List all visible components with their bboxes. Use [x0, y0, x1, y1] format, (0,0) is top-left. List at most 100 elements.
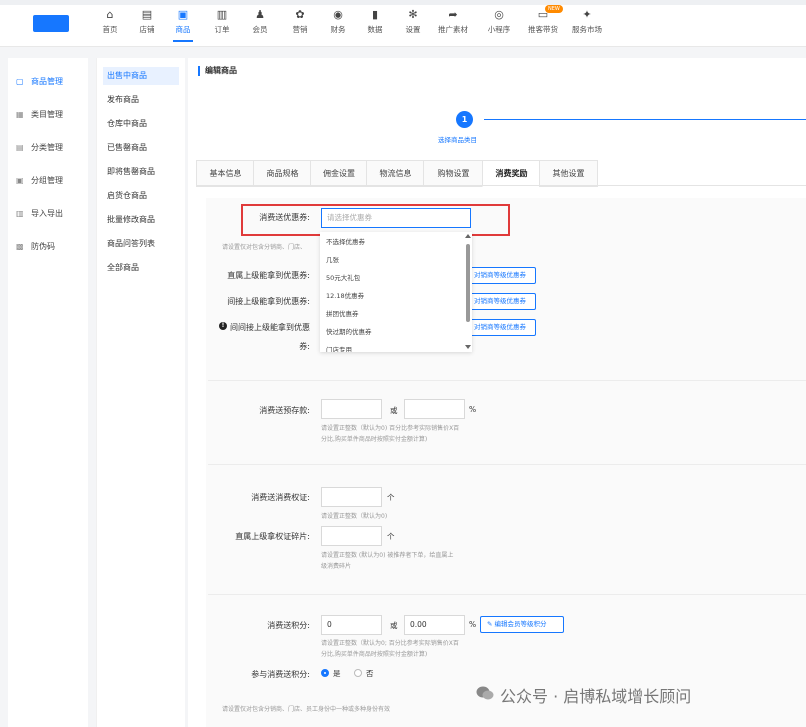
nav-item-label: 推广素材	[438, 25, 468, 34]
qrcode-icon: ▩	[16, 242, 24, 251]
nav-item-label: 小程序	[487, 25, 511, 34]
deposit-percent-unit: %	[469, 405, 477, 414]
fragment-input[interactable]	[321, 526, 382, 546]
indirect-coupon-button[interactable]: 对销商等级优惠券	[467, 293, 536, 310]
marketing-icon: ✿	[295, 8, 305, 21]
voucher-input[interactable]	[321, 487, 382, 507]
nav-item-3[interactable]: ▥ 订单	[202, 8, 242, 35]
fragment-hint-2: 级消费碎片	[321, 563, 352, 570]
nav-item-12[interactable]: ✦ 服务市场	[567, 8, 607, 35]
sidebar-item-3[interactable]: ▣ 分组管理	[16, 173, 88, 189]
nav-item-6[interactable]: ◉ 财务	[318, 8, 358, 35]
points-amount-input[interactable]: 0	[321, 615, 382, 635]
fragment-label: 直属上级拿权证碎片:	[235, 532, 310, 541]
info-icon: !	[219, 322, 227, 330]
order-icon: ▥	[216, 8, 228, 21]
fragment-unit: 个	[387, 532, 395, 541]
subnav-item-1[interactable]: 发布商品	[103, 91, 179, 109]
nav-item-2[interactable]: ▣ 商品	[163, 8, 203, 42]
nav-item-8[interactable]: ✻ 设置	[393, 8, 433, 35]
market-icon: ✦	[582, 8, 592, 21]
scroll-down-icon[interactable]	[465, 345, 471, 349]
dropdown-option[interactable]: 不选择优惠券	[326, 236, 365, 246]
scroll-thumb[interactable]	[466, 244, 470, 322]
join-no-radio[interactable]	[354, 669, 362, 677]
subnav-item-3[interactable]: 已售罄商品	[103, 139, 179, 157]
voucher-hint: 请设置正整数（默认为0)	[321, 513, 388, 520]
deposit-amount-input[interactable]	[321, 399, 382, 419]
deposit-hint-2: 分比,购买单件商品时按照实付金额计算)	[321, 436, 428, 443]
dropdown-option[interactable]: 几张	[326, 254, 339, 264]
watermark-text: 公众号 · 启博私域增长顾问	[500, 687, 692, 706]
voucher-unit: 个	[387, 493, 395, 502]
nav-item-label: 推客带货	[528, 25, 558, 34]
points-percent-input[interactable]: 0.00	[404, 615, 465, 635]
indirect2-coupon-label-tail: 券:	[299, 342, 310, 351]
deposit-hint-1: 请设置正整数（默认为0) 百分比参考实际销售价X百	[321, 425, 460, 432]
indirect-coupon-label: 间接上级能拿到优惠券:	[227, 297, 310, 306]
subnav-item-2[interactable]: 仓库中商品	[103, 115, 179, 133]
dropdown-option[interactable]: 12.18优惠券	[326, 290, 364, 300]
tab-0[interactable]: 基本信息	[196, 160, 255, 187]
goods-icon: ▣	[177, 8, 189, 21]
category-icon: ▦	[16, 110, 24, 119]
nav-item-10[interactable]: ◎ 小程序	[479, 8, 519, 35]
tab-4[interactable]: 购物设置	[423, 160, 484, 187]
sidebar-item-4[interactable]: ▥ 导入导出	[16, 206, 88, 222]
subnav-item-6[interactable]: 批量修改商品	[103, 211, 179, 229]
step-label: 选择商品类目	[438, 136, 477, 144]
data-icon: ▮	[371, 8, 379, 21]
nav-item-7[interactable]: ▮ 数据	[355, 8, 395, 35]
sidebar-item-label: 分组管理	[31, 176, 63, 185]
subnav-item-8[interactable]: 全部商品	[103, 259, 179, 277]
dropdown-option[interactable]: 快过期的优惠券	[326, 326, 372, 336]
deposit-or: 或	[390, 406, 398, 415]
subnav-item-7[interactable]: 商品问答列表	[103, 235, 179, 253]
nav-item-label: 订单	[214, 25, 230, 34]
join-yes-radio[interactable]	[321, 669, 329, 677]
sidebar-item-label: 防伪码	[31, 242, 55, 251]
nav-item-label: 店铺	[139, 25, 155, 34]
footer-hint: 请设置仅对包含分销商、门店、员工身份中一种或多种身份有效	[222, 706, 391, 713]
list-icon: ▤	[16, 143, 24, 152]
nav-item-9[interactable]: ➦ 推广素材	[433, 8, 473, 35]
nav-item-label: 数据	[367, 25, 383, 34]
sidebar-item-label: 类目管理	[31, 110, 63, 119]
tab-2[interactable]: 佣金设置	[310, 160, 368, 187]
scroll-up-icon[interactable]	[465, 234, 471, 238]
member-icon: ♟	[255, 8, 265, 21]
tab-1[interactable]: 商品规格	[253, 160, 312, 187]
miniprogram-icon: ◎	[494, 8, 504, 21]
dropdown-option[interactable]: 拼团优惠券	[326, 308, 359, 318]
dropdown-option[interactable]: 门店专用	[326, 344, 352, 352]
tab-3[interactable]: 物流信息	[366, 160, 425, 187]
indirect2-coupon-label: 间间接上级能拿到优惠	[230, 323, 310, 332]
coupon-hint: 请设置仅对包含分销商、门店、	[222, 244, 307, 251]
fragment-hint-1: 请设置正整数 (默认为0) 被推荐者下单，给直属上	[321, 552, 454, 559]
dropdown-option[interactable]: 50元大礼包	[326, 272, 360, 282]
subnav-item-4[interactable]: 即将售罄商品	[103, 163, 179, 181]
nav-item-11[interactable]: ▭ 推客带货 NEW	[523, 5, 563, 35]
group-icon: ▣	[16, 176, 24, 185]
deposit-percent-input[interactable]	[404, 399, 465, 419]
step-line	[484, 119, 806, 120]
join-no-label: 否	[366, 669, 374, 678]
sidebar-item-5[interactable]: ▩ 防伪码	[16, 239, 88, 255]
section-divider	[208, 464, 806, 465]
tab-5[interactable]: 消费奖励	[482, 160, 541, 187]
sidebar-item-1[interactable]: ▦ 类目管理	[16, 107, 88, 123]
subnav-item-5[interactable]: 启货仓商品	[103, 187, 179, 205]
nav-item-label: 会员	[252, 25, 268, 34]
nav-item-1[interactable]: ▤ 店铺	[127, 8, 167, 35]
indirect2-coupon-button[interactable]: 对销商等级优惠券	[467, 319, 536, 336]
sidebar-item-2[interactable]: ▤ 分类管理	[16, 140, 88, 156]
tab-6[interactable]: 其他设置	[539, 160, 598, 187]
subnav-item-0[interactable]: 出售中商品	[103, 67, 179, 85]
sidebar-item-0[interactable]: ▢ 商品管理	[16, 74, 88, 90]
edit-member-points-button[interactable]: ✎ 编辑会员等级积分	[480, 616, 564, 633]
nav-item-5[interactable]: ✿ 营销	[280, 8, 320, 35]
direct-coupon-button[interactable]: 对销商等级优惠券	[467, 267, 536, 284]
brand-logo[interactable]	[33, 15, 69, 32]
nav-item-4[interactable]: ♟ 会员	[240, 8, 280, 35]
nav-item-0[interactable]: ⌂ 首页	[90, 8, 130, 35]
